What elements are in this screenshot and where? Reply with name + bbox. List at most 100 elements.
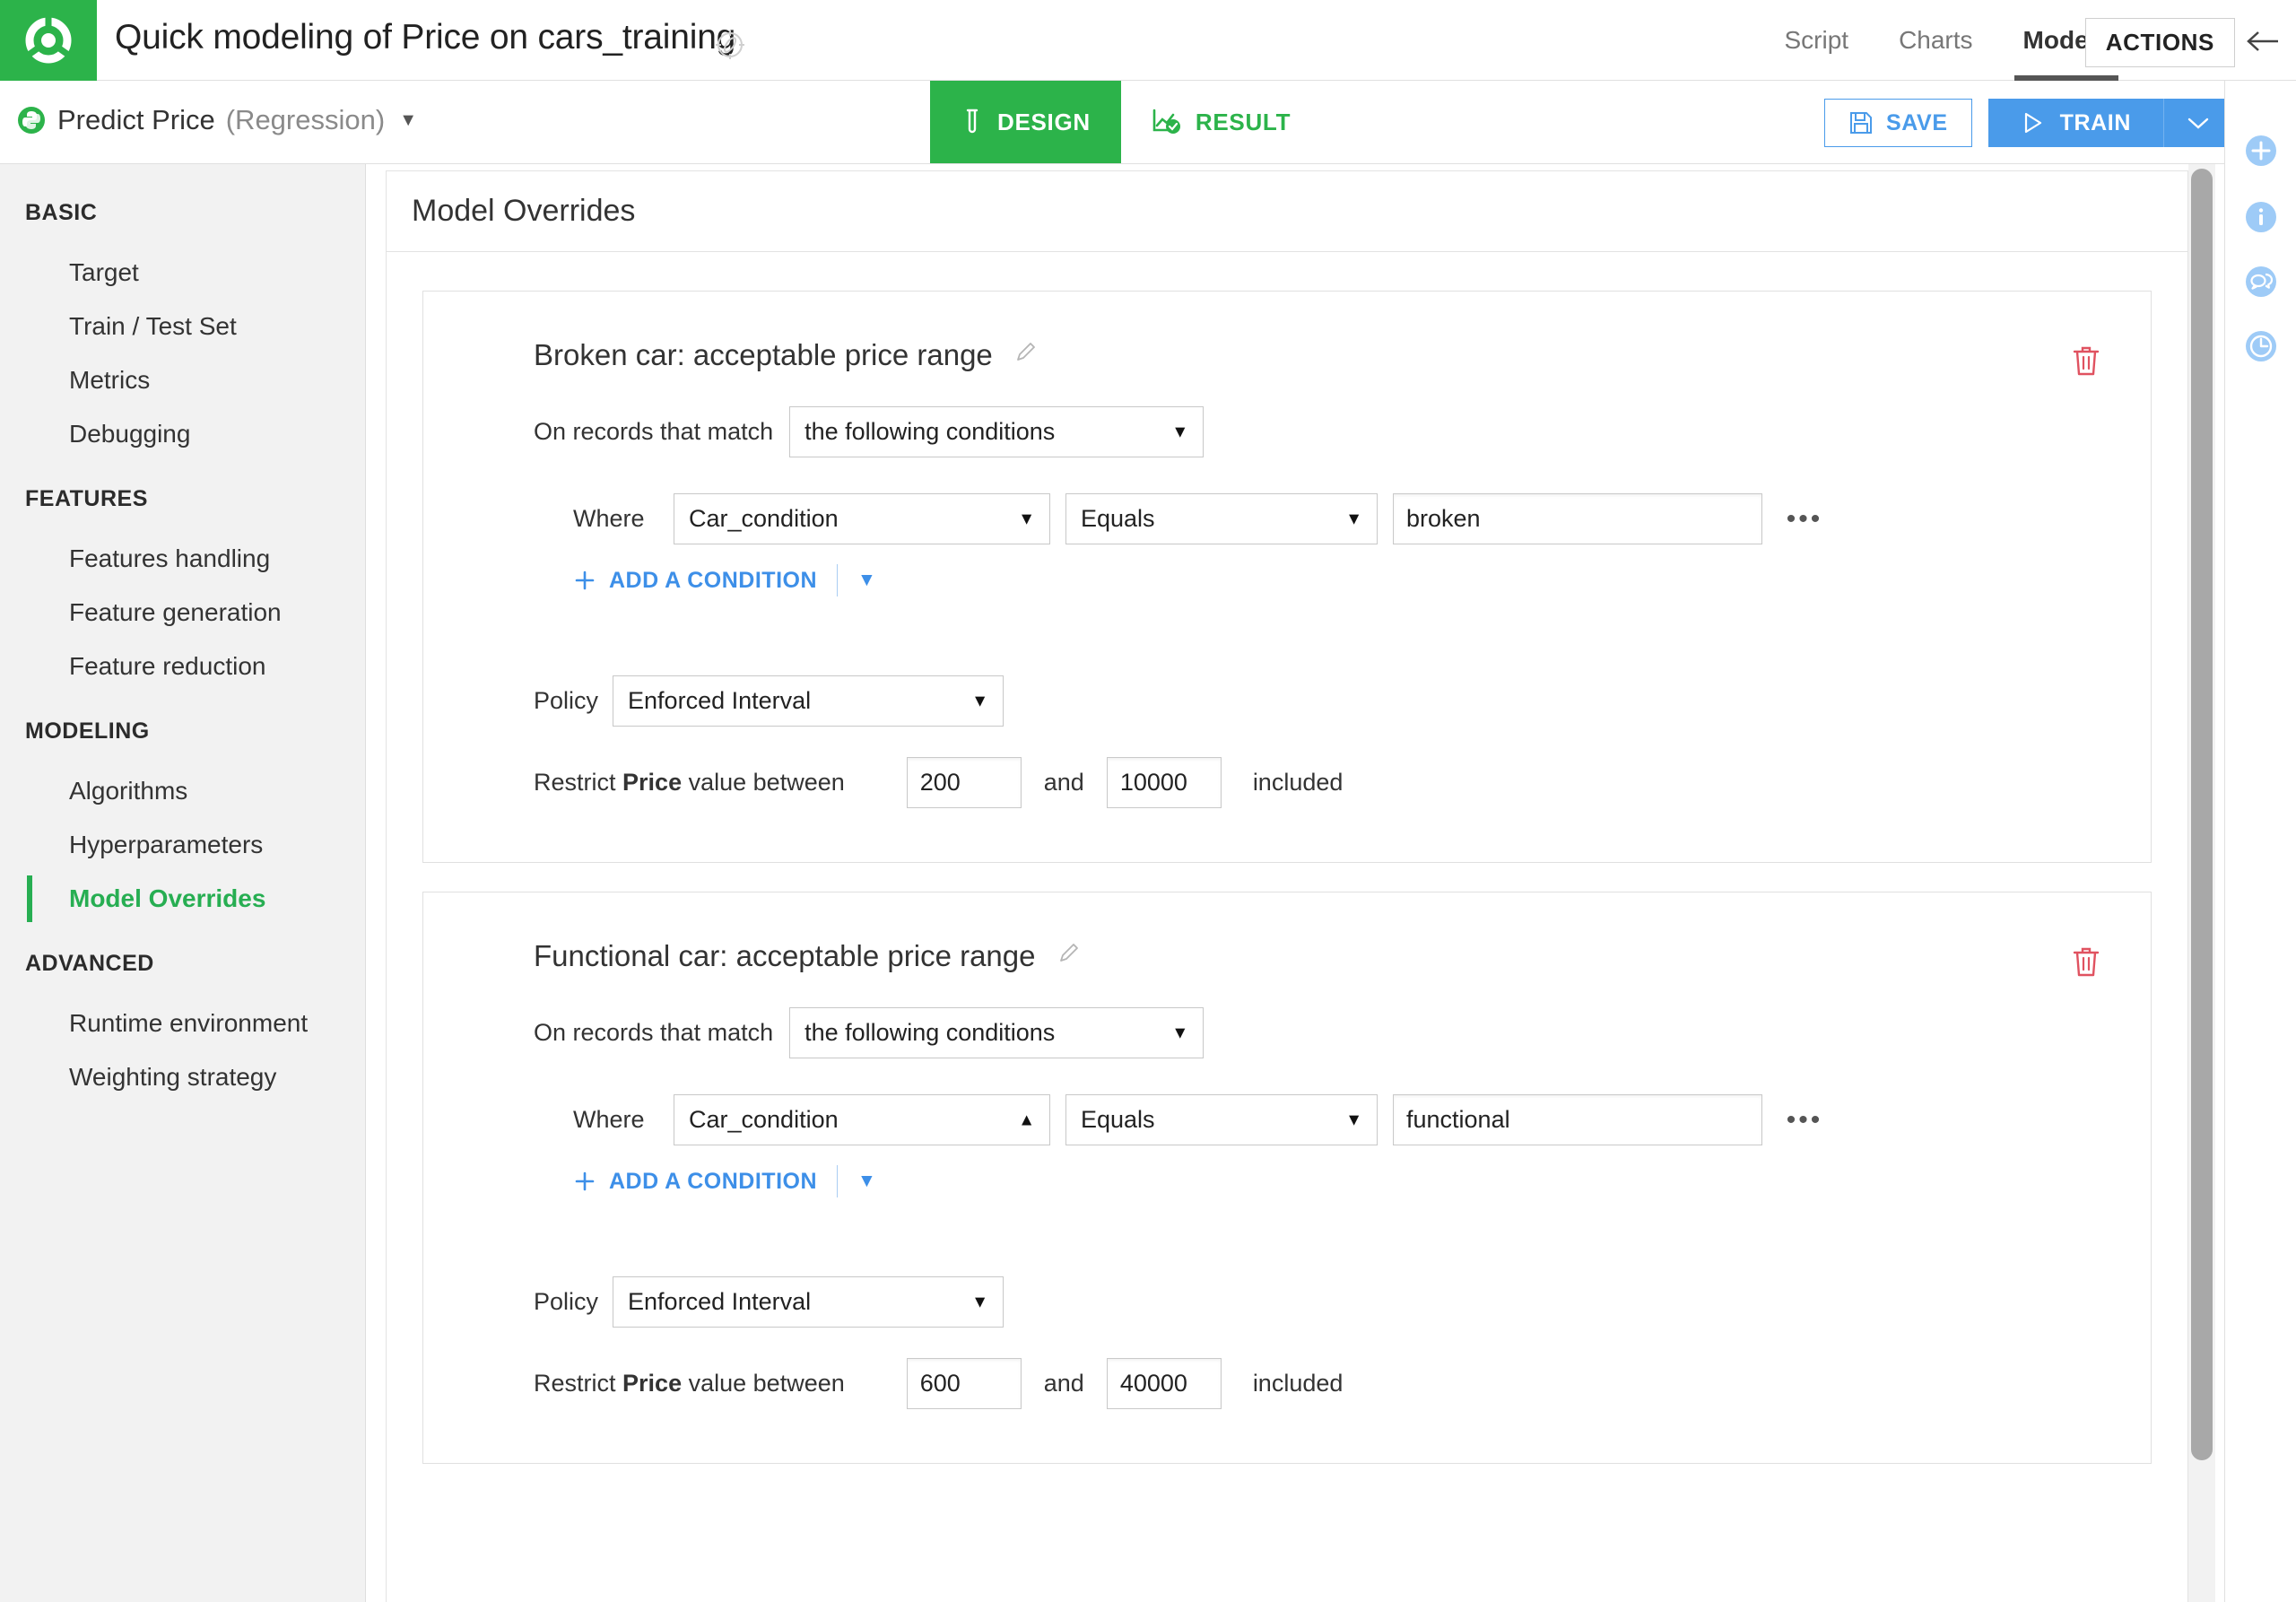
sidebar-item-hyperparameters[interactable]: Hyperparameters (0, 818, 365, 872)
policy-value: Enforced Interval (628, 1288, 811, 1316)
train-button[interactable]: TRAIN (1988, 99, 2163, 147)
condition-row: Where Car_condition ▲ Equals ▼ ••• (423, 1058, 2151, 1145)
condition-field-select[interactable]: Car_condition ▼ (674, 493, 1050, 544)
add-condition-dropdown-icon[interactable]: ▼ (857, 1171, 876, 1192)
condition-field-value: Car_condition (689, 505, 839, 533)
restrict-min-input[interactable] (907, 757, 1022, 808)
delete-override-button[interactable] (2071, 945, 2101, 983)
model-selector[interactable]: Predict Price (Regression) ▼ (16, 104, 417, 136)
trash-icon (2071, 945, 2101, 979)
condition-operator-select[interactable]: Equals ▼ (1065, 493, 1378, 544)
compass-icon[interactable] (715, 30, 745, 65)
main-nav-tabs: Script Charts Models (1759, 0, 2135, 81)
tab-charts[interactable]: Charts (1874, 0, 1997, 81)
condition-row: Where Car_condition ▼ Equals ▼ ••• (423, 457, 2151, 544)
on-records-row: On records that match the following cond… (423, 973, 2151, 1058)
chevron-down-icon[interactable]: ▼ (399, 110, 417, 131)
sidebar-item-feature-generation[interactable]: Feature generation (0, 586, 365, 640)
restrict-target: Price (622, 769, 682, 796)
dataiku-logo-icon (23, 15, 74, 65)
add-condition-label: ADD A CONDITION (609, 568, 817, 594)
add-condition-row: ADD A CONDITION ▼ (423, 1145, 2151, 1197)
plus-icon[interactable] (2241, 131, 2281, 170)
delete-override-button[interactable] (2071, 344, 2101, 382)
history-clock-icon[interactable] (2241, 326, 2281, 366)
arrow-left-icon[interactable] (2239, 22, 2289, 61)
sidebar-item-metrics[interactable]: Metrics (0, 353, 365, 407)
records-match-value: the following conditions (804, 1019, 1055, 1047)
chevron-down-icon: ▼ (1345, 1111, 1362, 1128)
condition-operator-value: Equals (1081, 505, 1155, 533)
sidebar-item-debugging[interactable]: Debugging (0, 407, 365, 461)
sidebar-item-weighting-strategy[interactable]: Weighting strategy (0, 1050, 365, 1104)
restrict-label: Restrict Price value between (534, 1370, 845, 1397)
play-icon (2021, 111, 2044, 135)
sidebar-item-runtime-environment[interactable]: Runtime environment (0, 997, 365, 1050)
add-condition-dropdown-icon[interactable]: ▼ (857, 570, 876, 591)
sidebar-item-model-overrides[interactable]: Model Overrides (0, 872, 365, 926)
condition-more-options-button[interactable]: ••• (1778, 497, 1831, 542)
condition-value-input[interactable] (1393, 493, 1762, 544)
tab-design[interactable]: DESIGN (930, 81, 1121, 163)
records-match-select[interactable]: the following conditions ▼ (789, 1007, 1204, 1058)
divider (837, 1165, 838, 1197)
edit-pencil-icon[interactable] (1013, 338, 1039, 372)
save-button[interactable]: SAVE (1824, 99, 1972, 147)
overrides-list: Broken car: acceptable price range On (387, 252, 2187, 1464)
condition-value-input[interactable] (1393, 1094, 1762, 1145)
condition-operator-select[interactable]: Equals ▼ (1065, 1094, 1378, 1145)
add-condition-button[interactable]: ADD A CONDITION (573, 1169, 817, 1195)
model-toolbar: Predict Price (Regression) ▼ DESIGN RESU… (0, 81, 2240, 164)
restrict-max-input[interactable] (1107, 757, 1222, 808)
restrict-min-input[interactable] (907, 1358, 1022, 1409)
chevron-down-icon: ▼ (971, 692, 988, 710)
train-dropdown-button[interactable] (2163, 99, 2231, 147)
tab-script[interactable]: Script (1759, 0, 1874, 81)
policy-select[interactable]: Enforced Interval ▼ (613, 675, 1004, 727)
divider (837, 564, 838, 596)
override-title: Functional car: acceptable price range (534, 939, 1036, 973)
chevron-down-icon: ▼ (1345, 510, 1362, 527)
edit-pencil-icon[interactable] (1056, 939, 1083, 973)
add-condition-button[interactable]: ADD A CONDITION (573, 568, 817, 594)
records-match-value: the following conditions (804, 418, 1055, 446)
condition-field-select[interactable]: Car_condition ▲ (674, 1094, 1050, 1145)
override-title: Broken car: acceptable price range (534, 338, 993, 372)
sidebar-item-train-test-set[interactable]: Train / Test Set (0, 300, 365, 353)
condition-more-options-button[interactable]: ••• (1778, 1098, 1831, 1143)
policy-select[interactable]: Enforced Interval ▼ (613, 1276, 1004, 1328)
settings-sidebar: BASIC Target Train / Test Set Metrics De… (0, 164, 366, 1602)
content-scrollbar-thumb[interactable] (2191, 169, 2213, 1460)
policy-label: Policy (534, 1288, 598, 1316)
sidebar-item-target[interactable]: Target (0, 246, 365, 300)
plus-icon (573, 569, 596, 592)
discussions-icon[interactable] (2241, 262, 2281, 301)
tab-result[interactable]: RESULT (1121, 81, 1321, 163)
save-label: SAVE (1886, 110, 1948, 136)
override-title-row: Broken car: acceptable price range (423, 292, 2151, 372)
chevron-down-icon: ▼ (1018, 510, 1035, 527)
sidebar-item-features-handling[interactable]: Features handling (0, 532, 365, 586)
sidebar-group-features: FEATURES (0, 486, 365, 512)
override-card: Functional car: acceptable price range (422, 892, 2152, 1464)
sidebar-item-algorithms[interactable]: Algorithms (0, 764, 365, 818)
restrict-row: Restrict Price value between and include… (423, 1328, 2151, 1463)
restrict-prefix: Restrict (534, 1370, 616, 1397)
records-match-select[interactable]: the following conditions ▼ (789, 406, 1204, 457)
floppy-disk-icon (1848, 110, 1874, 135)
chevron-up-icon: ▲ (1018, 1111, 1035, 1128)
sidebar-item-feature-reduction[interactable]: Feature reduction (0, 640, 365, 693)
actions-button[interactable]: ACTIONS (2085, 18, 2235, 67)
right-icon-rail (2224, 81, 2296, 1602)
model-type: (Regression) (226, 104, 385, 136)
model-name: Predict Price (57, 104, 215, 136)
included-label: included (1253, 769, 1344, 797)
override-title-row: Functional car: acceptable price range (423, 892, 2151, 973)
info-icon[interactable] (2241, 197, 2281, 237)
model-overrides-panel: Model Overrides Broken car: acceptable p… (386, 170, 2188, 1602)
restrict-max-input[interactable] (1107, 1358, 1222, 1409)
condition-field-value: Car_condition (689, 1106, 839, 1134)
app-logo[interactable] (0, 0, 97, 81)
restrict-label: Restrict Price value between (534, 769, 845, 797)
sidebar-group-basic: BASIC (0, 200, 365, 226)
